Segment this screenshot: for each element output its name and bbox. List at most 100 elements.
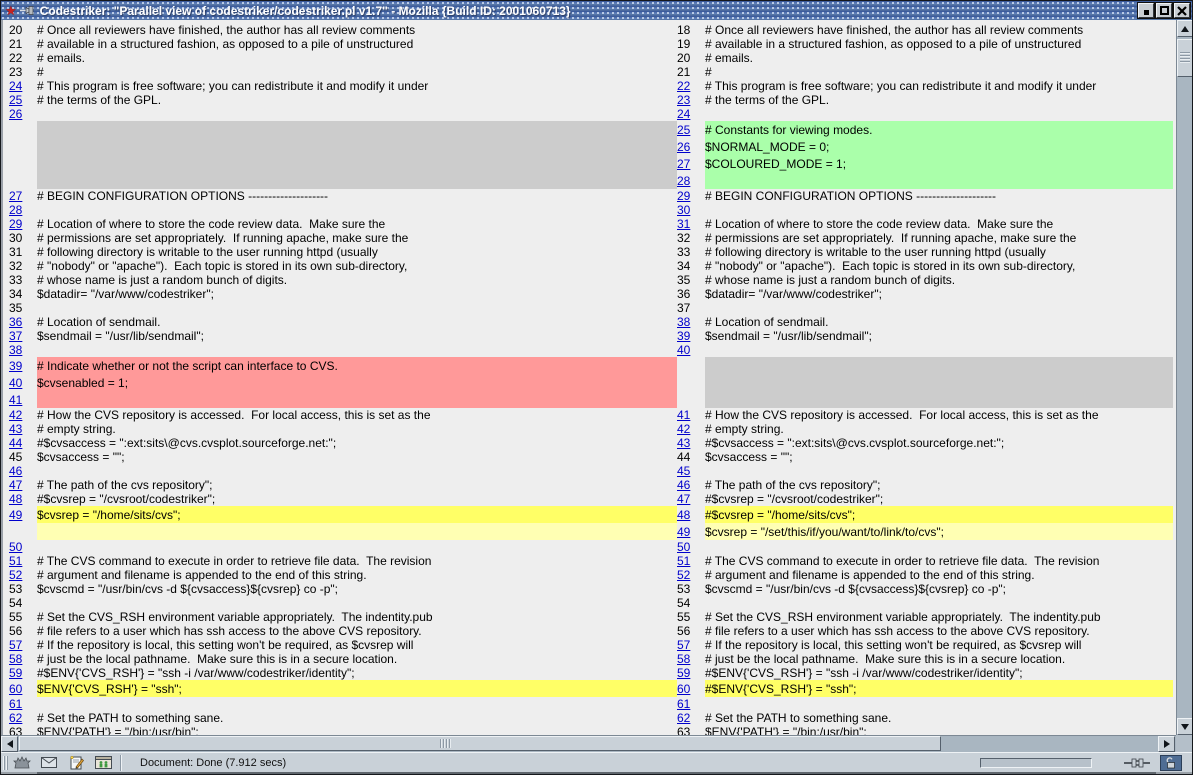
navigator-icon[interactable] bbox=[13, 755, 31, 771]
line-number-link[interactable]: 52 bbox=[9, 568, 22, 582]
scroll-right-button[interactable] bbox=[1158, 736, 1175, 752]
line-number-link[interactable]: 61 bbox=[677, 697, 690, 711]
line-number-link[interactable]: 29 bbox=[9, 217, 22, 231]
line-number-link[interactable]: 48 bbox=[677, 508, 690, 522]
line-number-link[interactable]: 25 bbox=[677, 123, 690, 137]
line-number-link[interactable]: 60 bbox=[9, 682, 22, 696]
line-number-link[interactable]: 61 bbox=[9, 697, 22, 711]
line-number-link[interactable]: 51 bbox=[9, 554, 22, 568]
line-number-link[interactable]: 25 bbox=[9, 93, 22, 107]
address-book-icon[interactable] bbox=[94, 755, 112, 771]
close-button[interactable] bbox=[1174, 3, 1190, 18]
line-number-link[interactable]: 50 bbox=[677, 540, 690, 554]
line-number-link[interactable]: 57 bbox=[9, 638, 22, 652]
line-number-link[interactable]: 26 bbox=[677, 140, 690, 154]
diff-row: 43# empty string.42# empty string. bbox=[9, 422, 1173, 436]
scroll-up-button[interactable] bbox=[1177, 20, 1193, 37]
line-number-right: 39 bbox=[677, 329, 705, 343]
line-number-right: 35 bbox=[677, 273, 705, 287]
line-number-link[interactable]: 22 bbox=[677, 79, 690, 93]
line-number-link[interactable]: 37 bbox=[9, 329, 22, 343]
line-number-link[interactable]: 29 bbox=[677, 189, 690, 203]
window-controls bbox=[1137, 2, 1191, 19]
line-number-link[interactable]: 30 bbox=[677, 203, 690, 217]
line-number-link[interactable]: 38 bbox=[9, 343, 22, 357]
line-number-link[interactable]: 47 bbox=[677, 492, 690, 506]
vertical-scroll-thumb[interactable] bbox=[1177, 39, 1193, 77]
scroll-down-button[interactable] bbox=[1177, 718, 1193, 735]
line-number-link[interactable]: 31 bbox=[677, 217, 690, 231]
line-number-link[interactable]: 39 bbox=[677, 329, 690, 343]
line-number-link[interactable]: 62 bbox=[677, 711, 690, 725]
diff-row: 61 61 bbox=[9, 697, 1173, 711]
line-number-link[interactable]: 49 bbox=[9, 508, 22, 522]
line-number-link[interactable]: 39 bbox=[9, 359, 22, 373]
line-number-link[interactable]: 43 bbox=[9, 422, 22, 436]
line-number-link[interactable]: 28 bbox=[9, 203, 22, 217]
diff-row: 59#$ENV{'CVS_RSH'} = "ssh -i /var/www/co… bbox=[9, 666, 1173, 680]
line-number-link[interactable]: 26 bbox=[9, 107, 22, 121]
line-number-left: 50 bbox=[9, 540, 37, 554]
line-number-link[interactable]: 46 bbox=[677, 478, 690, 492]
line-number-link[interactable]: 28 bbox=[677, 174, 690, 188]
title-bar[interactable]: ★ Codestriker: "Parallel view of codestr… bbox=[1, 1, 1192, 20]
diff-row: 47# The path of the cvs repository";46# … bbox=[9, 478, 1173, 492]
diff-row: 44#$cvsaccess = ":ext:sits\@cvs.cvsplot.… bbox=[9, 436, 1173, 450]
line-number-link[interactable]: 52 bbox=[677, 568, 690, 582]
line-number-link[interactable]: 47 bbox=[9, 478, 22, 492]
horizontal-scroll-thumb[interactable] bbox=[19, 736, 941, 751]
line-number-right: 41 bbox=[677, 408, 705, 422]
composer-icon[interactable] bbox=[67, 755, 85, 771]
diff-row: 52# argument and filename is appended to… bbox=[9, 568, 1173, 582]
line-number-right: 25 bbox=[677, 121, 705, 138]
line-number-link[interactable]: 40 bbox=[9, 376, 22, 390]
line-number-link[interactable]: 58 bbox=[9, 652, 22, 666]
horizontal-scrollbar[interactable] bbox=[1, 735, 1176, 752]
line-number-link[interactable]: 51 bbox=[677, 554, 690, 568]
line-number-link[interactable]: 45 bbox=[677, 464, 690, 478]
line-number-link[interactable]: 23 bbox=[677, 93, 690, 107]
line-number-link[interactable]: 59 bbox=[677, 666, 690, 680]
line-number-left: 43 bbox=[9, 422, 37, 436]
code-cell-right bbox=[705, 464, 1173, 478]
diff-row: 49$cvsrep = "/home/sits/cvs";48#$cvsrep … bbox=[9, 506, 1173, 523]
line-number-link[interactable]: 62 bbox=[9, 711, 22, 725]
line-number-link[interactable]: 42 bbox=[677, 422, 690, 436]
diff-row: 33# whose name is just a random bunch of… bbox=[9, 273, 1173, 287]
line-number-right: 32 bbox=[677, 231, 705, 245]
scroll-left-button[interactable] bbox=[1, 736, 18, 752]
line-number-link[interactable]: 43 bbox=[677, 436, 690, 450]
line-number-link[interactable]: 57 bbox=[677, 638, 690, 652]
diff-row: 29# Location of where to store the code … bbox=[9, 217, 1173, 231]
line-number-link[interactable]: 48 bbox=[9, 492, 22, 506]
line-number-left: 27 bbox=[9, 189, 37, 203]
mail-icon[interactable] bbox=[40, 755, 58, 771]
line-number-link[interactable]: 41 bbox=[677, 408, 690, 422]
offline-plug-icon[interactable] bbox=[1124, 757, 1150, 769]
line-number-link[interactable]: 58 bbox=[677, 652, 690, 666]
line-number-link[interactable]: 24 bbox=[677, 107, 690, 121]
line-number-link[interactable]: 27 bbox=[677, 157, 690, 171]
line-number-link[interactable]: 60 bbox=[677, 682, 690, 696]
line-number-link[interactable]: 59 bbox=[9, 666, 22, 680]
line-number-link[interactable]: 46 bbox=[9, 464, 22, 478]
vertical-scrollbar[interactable] bbox=[1176, 20, 1193, 735]
security-lock-icon[interactable] bbox=[1160, 755, 1182, 771]
line-number-link[interactable]: 24 bbox=[9, 79, 22, 93]
line-number-link[interactable]: 41 bbox=[9, 393, 22, 407]
line-number-link[interactable]: 50 bbox=[9, 540, 22, 554]
minimize-button[interactable] bbox=[1138, 3, 1154, 18]
line-number-right bbox=[677, 391, 705, 408]
line-number-link[interactable]: 36 bbox=[9, 315, 22, 329]
maximize-button[interactable] bbox=[1156, 3, 1172, 18]
sticky-pin-icon[interactable] bbox=[20, 2, 35, 20]
line-number-link[interactable]: 42 bbox=[9, 408, 22, 422]
line-number-left: 23 bbox=[9, 65, 37, 79]
statusbar-grippy[interactable] bbox=[3, 756, 8, 770]
line-number-link[interactable]: 40 bbox=[677, 343, 690, 357]
line-number-link[interactable]: 49 bbox=[677, 525, 690, 539]
line-number-link[interactable]: 38 bbox=[677, 315, 690, 329]
line-number-link[interactable]: 27 bbox=[9, 189, 22, 203]
line-number-link[interactable]: 44 bbox=[9, 436, 22, 450]
code-cell-left bbox=[37, 155, 677, 172]
